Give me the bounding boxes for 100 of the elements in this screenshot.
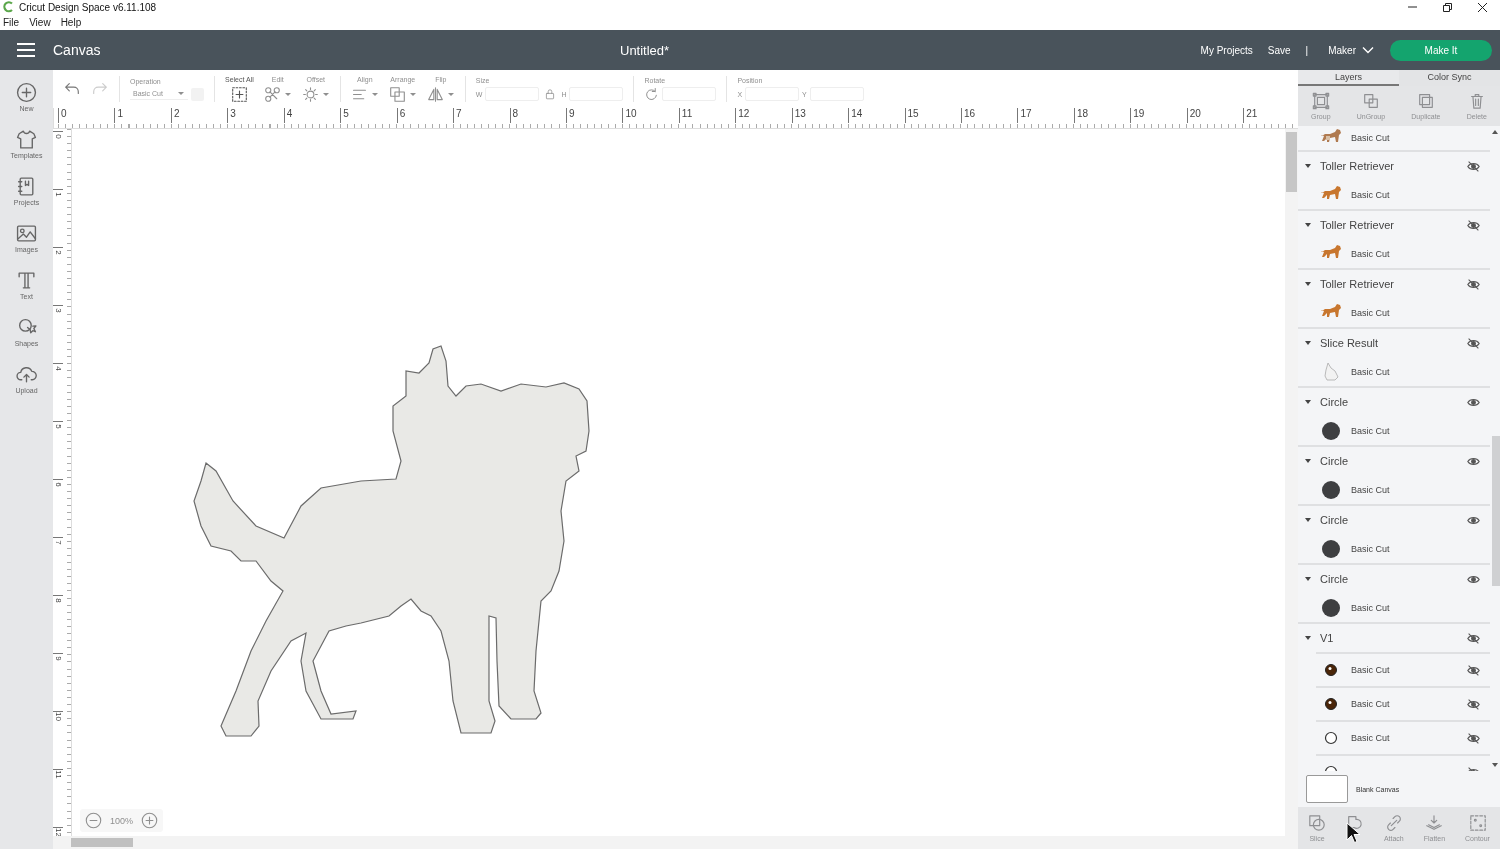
layer-label[interactable]: Basic Cut [1351, 733, 1458, 743]
ruler-number: 15 [904, 108, 961, 123]
layer-name[interactable]: V1 [1320, 632, 1459, 644]
layer-name[interactable]: Toller Retriever [1320, 278, 1459, 290]
layer-label[interactable]: Basic Cut [1351, 665, 1458, 675]
ruler-number: 1 [53, 191, 63, 199]
caret-icon [283, 91, 292, 97]
caret-down-icon[interactable] [1304, 457, 1312, 465]
scroll-up-icon[interactable] [1492, 130, 1498, 134]
machine-dropdown[interactable]: Maker [1328, 44, 1374, 56]
ruler-number: 8 [53, 597, 63, 605]
rotate-icon [644, 86, 660, 102]
text-icon [16, 270, 37, 291]
ruler-number: 7 [53, 539, 63, 547]
scrollbar-thumb[interactable] [1286, 132, 1297, 192]
layer-label[interactable]: Basic Cut [1351, 425, 1490, 436]
canvas-swatch[interactable] [1306, 775, 1348, 803]
caret-down-icon[interactable] [1304, 221, 1312, 229]
image-icon [16, 223, 37, 244]
layer-name[interactable]: Toller Retriever [1320, 160, 1459, 172]
layer-label[interactable]: Basic Cut [1351, 366, 1490, 377]
caret-down-icon[interactable] [1304, 339, 1312, 347]
separator-text: | [1305, 44, 1309, 56]
layer-name[interactable]: Circle [1320, 573, 1459, 585]
hidden-eye-icon[interactable] [1467, 336, 1480, 350]
layer-name[interactable]: Circle [1320, 514, 1459, 526]
ruler-number: 3 [53, 307, 63, 315]
arrange-icon [388, 85, 406, 103]
layer-label[interactable]: Basic Cut [1351, 484, 1490, 495]
ruler-number: 4 [283, 108, 341, 123]
page-title: Canvas [53, 42, 101, 58]
ruler-number: 10 [53, 711, 63, 722]
circle-thumbnail [1320, 478, 1342, 501]
hidden-eye-icon[interactable] [1467, 218, 1480, 232]
slice-icon [1307, 813, 1326, 832]
ruler-number: 2 [170, 108, 228, 123]
caret-icon [408, 91, 417, 97]
layer-name[interactable]: Slice Result [1320, 337, 1459, 349]
restore-icon[interactable] [1442, 1, 1453, 13]
ruler-number: 2 [53, 249, 63, 257]
caret-down-icon[interactable] [1304, 634, 1312, 642]
ruler-number: 3 [227, 108, 284, 123]
close-icon[interactable] [1477, 1, 1488, 13]
caret-down-icon[interactable] [1304, 575, 1312, 583]
scrollbar-thumb[interactable] [1491, 436, 1500, 586]
hidden-eye-icon[interactable] [1467, 159, 1480, 173]
ruler-number: 10 [622, 108, 679, 123]
layer-name[interactable]: Circle [1320, 396, 1459, 408]
hidden-eye-icon[interactable] [1467, 631, 1480, 645]
caret-down-icon[interactable] [1304, 398, 1312, 406]
ruler-number: 1 [114, 108, 171, 123]
mouse-cursor-icon [1346, 822, 1362, 845]
menu-item[interactable]: Help [60, 16, 82, 28]
menu-icon[interactable] [16, 41, 36, 59]
layer-label[interactable]: Basic Cut [1351, 699, 1458, 709]
panel-tab[interactable]: Color Sync [1399, 70, 1500, 86]
layer-name[interactable]: Toller Retriever [1320, 219, 1459, 231]
caret-down-icon[interactable] [1304, 162, 1312, 170]
hidden-eye-icon[interactable] [1467, 697, 1480, 711]
menu-item[interactable]: File [3, 16, 20, 28]
header-link[interactable]: Save [1267, 44, 1291, 56]
hidden-eye-icon[interactable] [1467, 663, 1480, 677]
t-shirt-icon [16, 129, 37, 150]
circle-thumbnail [1320, 596, 1342, 619]
layer-label[interactable]: Basic Cut [1351, 307, 1490, 318]
panel-tab[interactable]: Layers [1298, 70, 1399, 86]
layer-label[interactable]: Basic Cut [1351, 248, 1490, 259]
flatten-icon [1425, 813, 1444, 832]
scrollbar-thumb[interactable] [71, 838, 133, 847]
paperclip-icon [1384, 813, 1403, 832]
caret-icon [370, 91, 379, 97]
header-link[interactable]: My Projects [1200, 44, 1253, 56]
app-logo-icon [3, 1, 15, 13]
caret-down-icon[interactable] [1304, 280, 1312, 288]
ruler-number: 5 [340, 108, 397, 123]
ruler-number: 20 [1186, 108, 1244, 123]
ruler-number: 0 [58, 108, 115, 123]
window-title: Cricut Design Space v6.11.108 [19, 1, 157, 13]
weld-icon [1345, 813, 1364, 832]
layer-label[interactable]: Basic Cut [1351, 133, 1490, 143]
layer-label[interactable]: Basic Cut [1351, 543, 1490, 554]
scroll-down-icon[interactable] [1492, 763, 1498, 767]
ruler-number: 12 [735, 108, 792, 123]
offset-icon [301, 85, 319, 103]
hidden-eye-icon[interactable] [1467, 731, 1480, 745]
layer-label[interactable]: Basic Cut [1351, 602, 1490, 613]
layer-name[interactable]: Circle [1320, 455, 1459, 467]
ruler-number: 6 [53, 481, 63, 489]
contour-icon [1468, 813, 1487, 832]
caret-icon [321, 91, 330, 97]
hidden-eye-icon[interactable] [1467, 277, 1480, 291]
ruler-number: 7 [453, 108, 510, 123]
layer-label[interactable]: Basic Cut [1351, 189, 1490, 200]
select-all-icon [230, 85, 248, 103]
ungroup-icon [1361, 91, 1380, 110]
menu-item[interactable]: View [29, 16, 51, 28]
ruler-number: 16 [961, 108, 1018, 123]
caret-down-icon[interactable] [1304, 516, 1312, 524]
plus-circle-icon [16, 82, 37, 103]
ruler-number: 17 [1017, 108, 1074, 123]
